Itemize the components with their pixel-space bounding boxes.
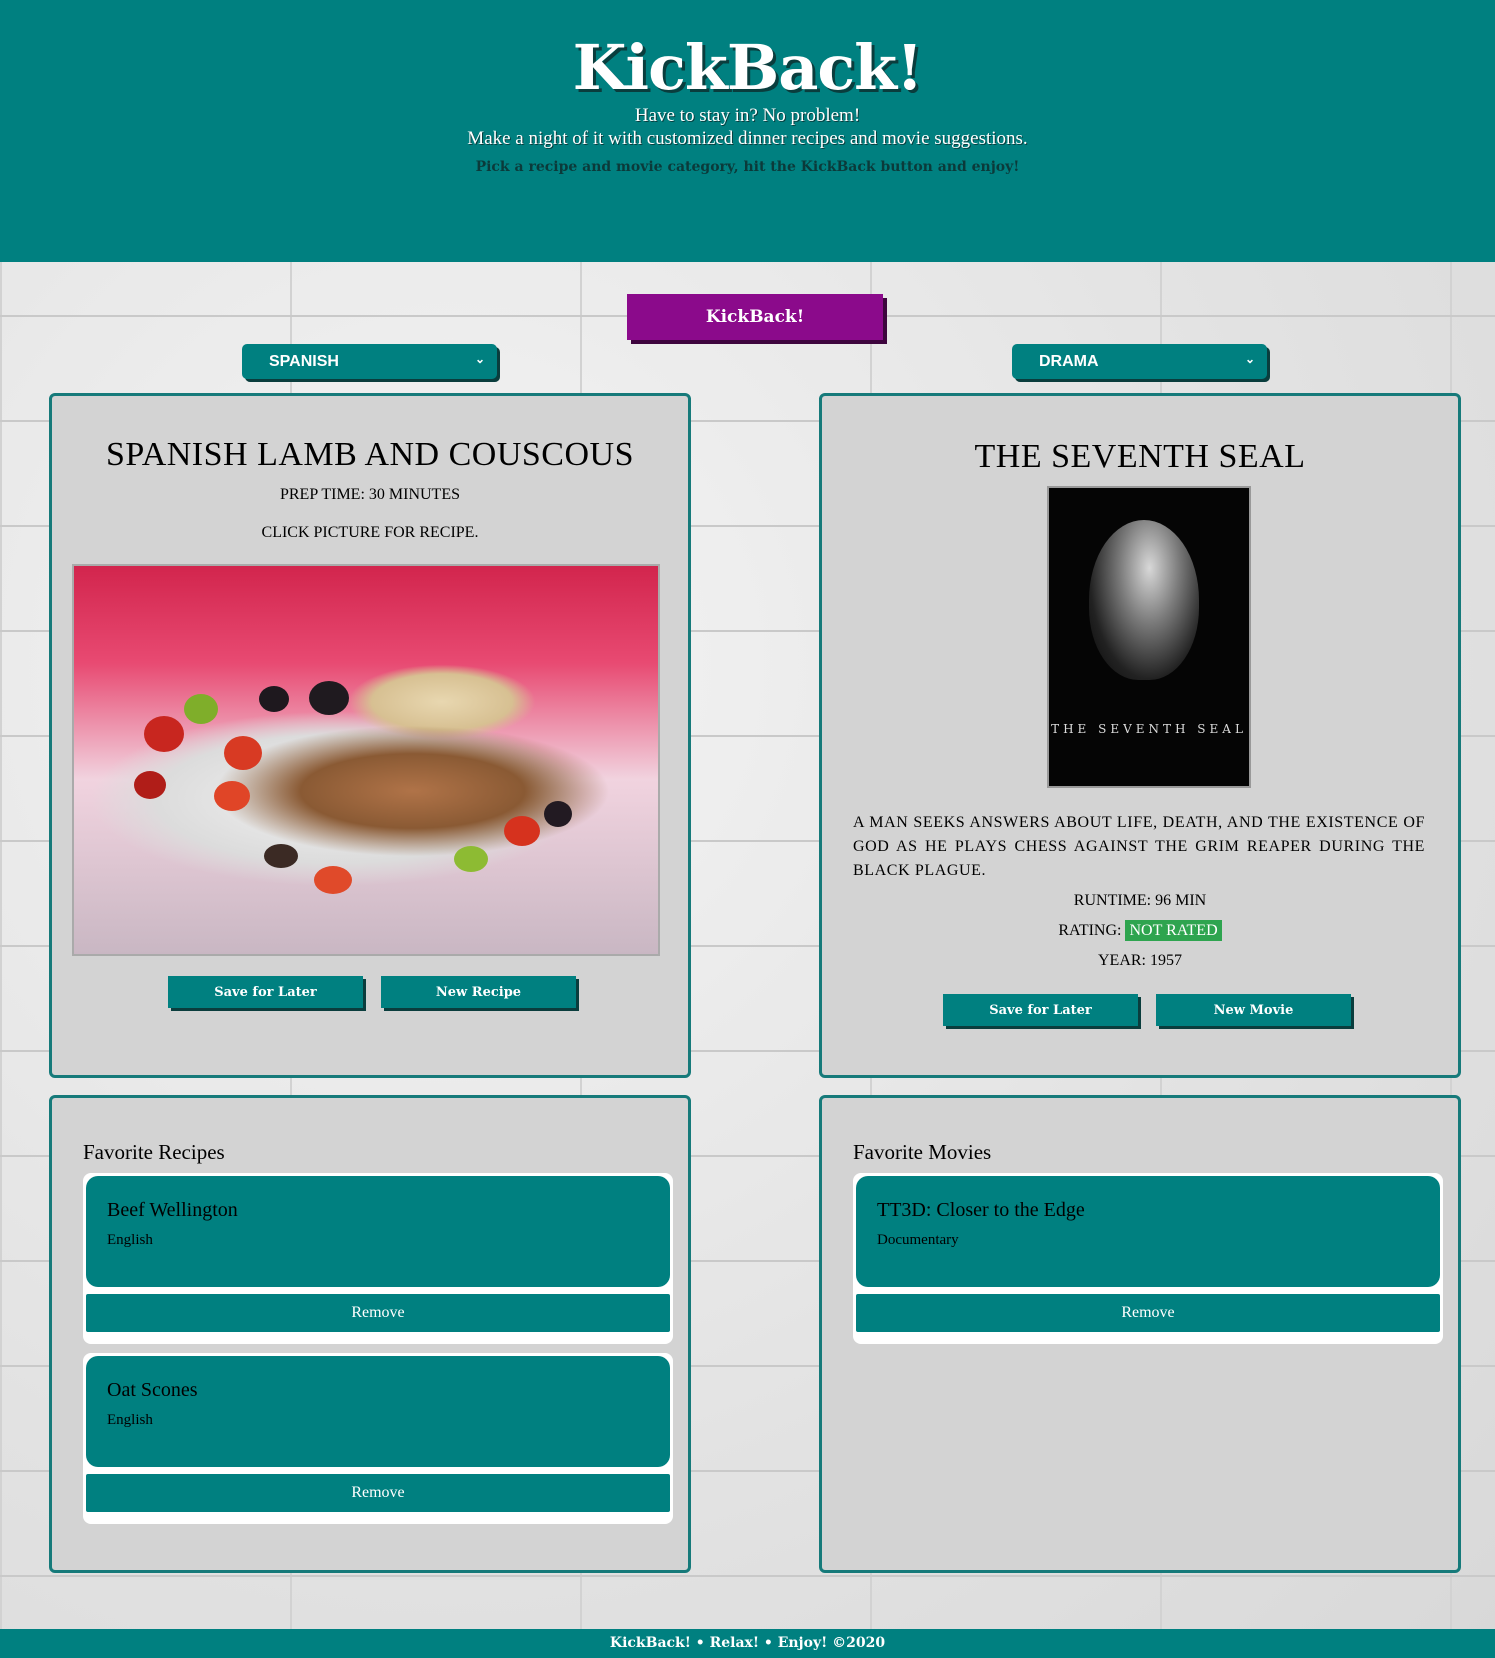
movie-synopsis: A MAN SEEKS ANSWERS ABOUT LIFE, DEATH, A…	[853, 814, 1425, 879]
favorite-recipes-panel: Favorite Recipes Beef Wellington English…	[49, 1095, 691, 1573]
chevron-down-icon: ⌄	[474, 352, 485, 366]
recipe-prep-time: PREP TIME: 30 MINUTES	[279, 486, 460, 503]
favorite-movies-panel: Favorite Movies TT3D: Closer to the Edge…	[819, 1095, 1461, 1573]
favorite-movie-category: Documentary	[877, 1232, 959, 1248]
movie-category-select[interactable]: DRAMA ⌄	[1012, 344, 1267, 379]
recipe-category-value: SPANISH	[269, 353, 339, 370]
favorite-recipe-category: English	[107, 1232, 153, 1248]
poster-face	[1089, 520, 1199, 680]
movie-runtime: RUNTIME: 96 MIN	[1073, 892, 1207, 909]
remove-recipe-button[interactable]: Remove	[86, 1294, 670, 1332]
favorite-movie-name: TT3D: Closer to the Edge	[877, 1199, 1085, 1221]
favorite-recipe-category: English	[107, 1412, 153, 1428]
rating-label: RATING:	[1058, 922, 1122, 939]
kickback-button[interactable]: KickBack!	[627, 294, 883, 340]
site-title: KickBack!	[572, 31, 924, 104]
favorite-movie-item: TT3D: Closer to the Edge Documentary Rem…	[853, 1173, 1443, 1344]
favorite-recipes-heading: Favorite Recipes	[83, 1140, 225, 1164]
instructions: Pick a recipe and movie category, hit th…	[475, 159, 1020, 175]
remove-movie-button[interactable]: Remove	[856, 1294, 1440, 1332]
recipe-save-button[interactable]: Save for Later	[168, 976, 363, 1008]
movie-title: THE SEVENTH SEAL	[974, 438, 1306, 475]
favorite-movies-heading: Favorite Movies	[853, 1140, 992, 1164]
favorite-recipe-name: Beef Wellington	[107, 1199, 238, 1221]
new-movie-button[interactable]: New Movie	[1156, 994, 1351, 1026]
tagline-line-2: Make a night of it with customized dinne…	[467, 128, 1028, 149]
movie-category-value: DRAMA	[1039, 353, 1099, 370]
movie-save-button[interactable]: Save for Later	[943, 994, 1138, 1026]
movie-card: THE SEVENTH SEAL THE SEVENTH SEAL A MAN …	[819, 393, 1461, 1078]
food-garnish	[74, 566, 658, 954]
recipe-hint: CLICK PICTURE FOR RECIPE.	[261, 524, 479, 541]
new-recipe-button[interactable]: New Recipe	[381, 976, 576, 1008]
favorite-recipe-item: Oat Scones English Remove	[83, 1353, 673, 1524]
tagline-line-1: Have to stay in? No problem!	[634, 105, 861, 126]
remove-recipe-button[interactable]: Remove	[86, 1474, 670, 1512]
movie-rating: RATING: NOT RATED	[822, 920, 1458, 941]
chevron-down-icon: ⌄	[1244, 352, 1255, 366]
site-footer: KickBack! • Relax! • Enjoy! ©2020	[0, 1629, 1495, 1658]
movie-poster: THE SEVENTH SEAL	[1047, 486, 1251, 788]
favorite-recipe-item: Beef Wellington English Remove	[83, 1173, 673, 1344]
poster-title: THE SEVENTH SEAL	[1051, 722, 1247, 736]
recipe-card: SPANISH LAMB AND COUSCOUS PREP TIME: 30 …	[49, 393, 691, 1078]
recipe-category-select[interactable]: SPANISH ⌄	[242, 344, 497, 379]
recipe-title: SPANISH LAMB AND COUSCOUS	[106, 436, 634, 473]
recipe-image[interactable]	[72, 564, 660, 956]
movie-year: YEAR: 1957	[1098, 952, 1182, 969]
rating-badge: NOT RATED	[1125, 920, 1222, 941]
favorite-recipe-name: Oat Scones	[107, 1379, 198, 1401]
site-header: KickBack! Have to stay in? No problem! M…	[0, 0, 1495, 262]
